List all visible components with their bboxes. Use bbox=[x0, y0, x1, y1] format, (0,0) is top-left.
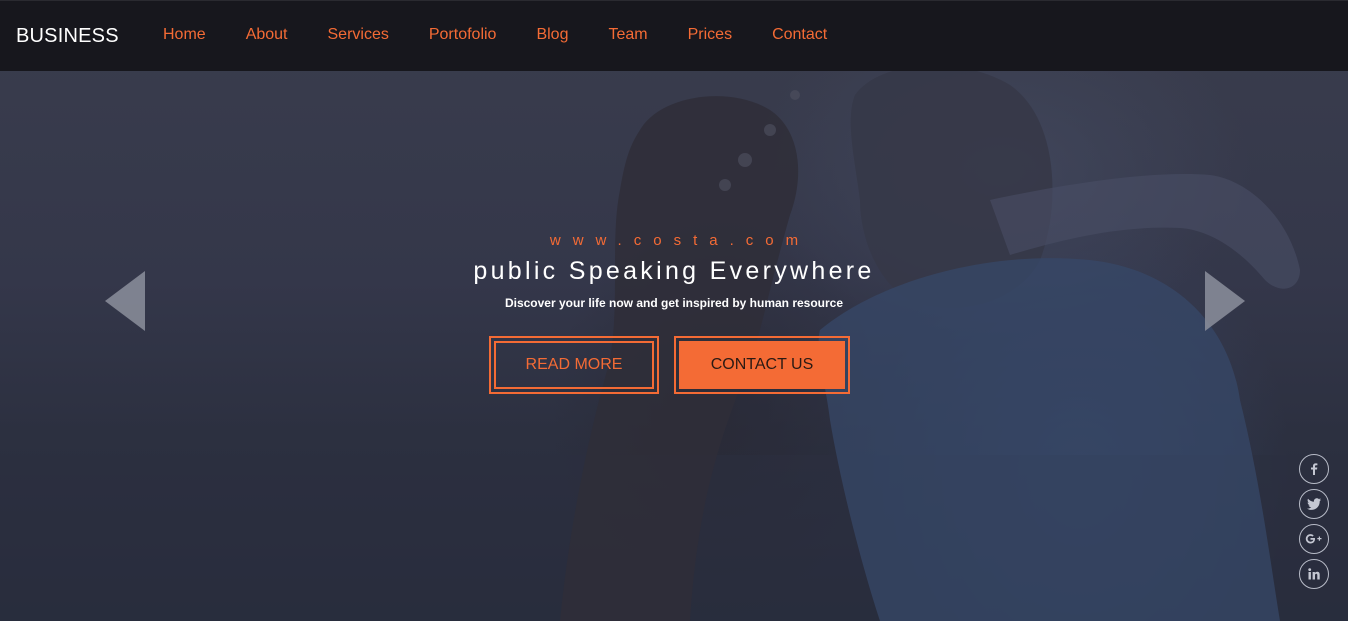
nav-prices[interactable]: Prices bbox=[688, 26, 732, 44]
nav-blog[interactable]: Blog bbox=[536, 26, 568, 44]
top-navbar: BUSINESS Home About Services Portofolio … bbox=[0, 0, 1348, 71]
hero-slider bbox=[0, 0, 1348, 621]
facebook-icon[interactable] bbox=[1299, 454, 1329, 484]
read-more-button[interactable]: READ MORE bbox=[489, 336, 659, 394]
linkedin-icon[interactable] bbox=[1299, 559, 1329, 589]
nav-contact[interactable]: Contact bbox=[772, 26, 827, 44]
main-nav: Home About Services Portofolio Blog Team… bbox=[163, 26, 827, 44]
contact-us-button[interactable]: CONTACT US bbox=[674, 336, 850, 394]
contact-us-label: CONTACT US bbox=[679, 341, 845, 389]
hero-background-image bbox=[0, 65, 1348, 621]
twitter-icon[interactable] bbox=[1299, 489, 1329, 519]
nav-portofolio[interactable]: Portofolio bbox=[429, 26, 497, 44]
hero-tagline: Discover your life now and get inspired … bbox=[504, 296, 844, 310]
read-more-label: READ MORE bbox=[494, 341, 654, 389]
site-url-text: www.costa.com bbox=[549, 232, 811, 249]
hero-headline: public Speaking Everywhere bbox=[473, 257, 875, 285]
nav-home[interactable]: Home bbox=[163, 26, 206, 44]
nav-team[interactable]: Team bbox=[608, 26, 647, 44]
nav-about[interactable]: About bbox=[246, 26, 288, 44]
hero-caption: www.costa.com public Speaking Everywhere… bbox=[0, 232, 1348, 310]
nav-services[interactable]: Services bbox=[328, 26, 389, 44]
brand-logo[interactable]: BUSINESS bbox=[16, 25, 119, 48]
google-plus-icon[interactable] bbox=[1299, 524, 1329, 554]
